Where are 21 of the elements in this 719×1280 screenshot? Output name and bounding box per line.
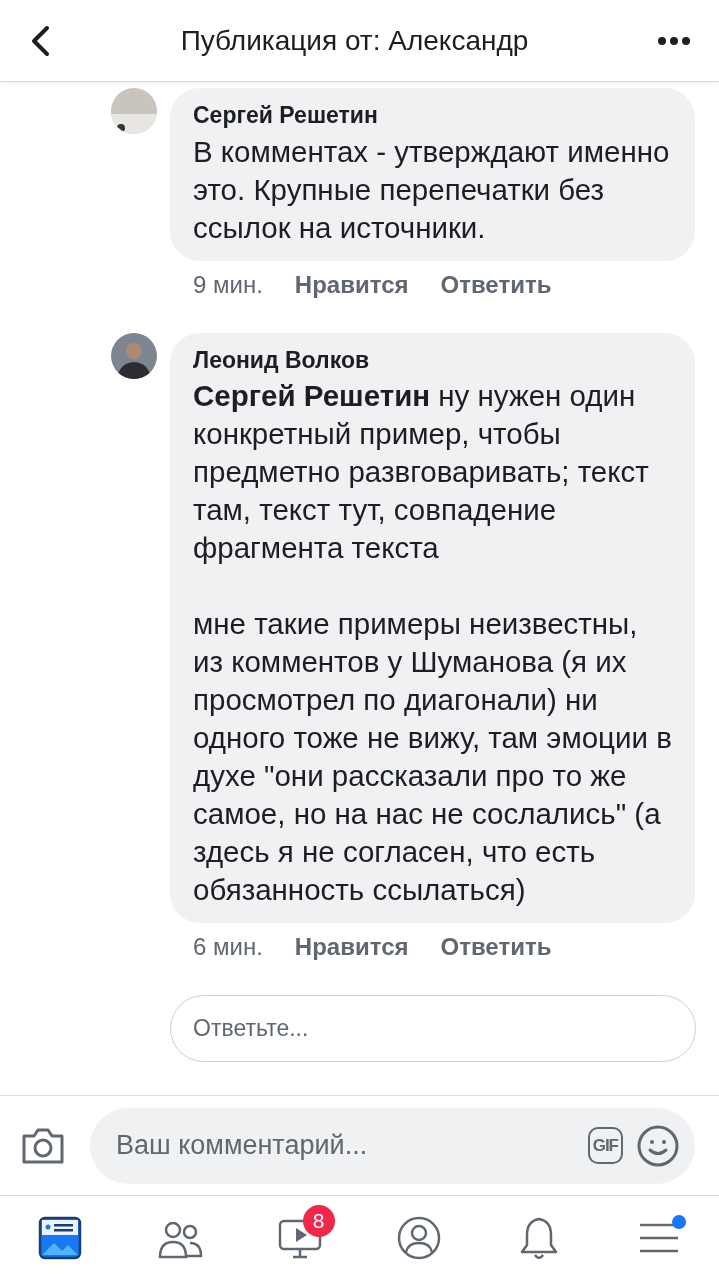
reply-button[interactable]: Ответить <box>440 929 552 965</box>
comment-text: мне такие примеры неизвестны, из комментов у Шуманова (я их просмотрел по диагонали) ни одного тоже не вижу, там эмоции в духе "они рассказали про то же самое, но на нас не сослались" (а здесь я не согласен, что есть обязанность ссылаться) <box>193 606 673 908</box>
like-button[interactable]: Нравится <box>294 929 409 965</box>
page-title: Публикация от: Александр <box>179 23 530 58</box>
gif-button[interactable]: GIF <box>587 1126 623 1165</box>
more-icon[interactable] <box>657 35 691 46</box>
comment-author[interactable]: Сергей Решетин <box>193 98 675 133</box>
like-button[interactable]: Нравится <box>294 266 409 303</box>
user-avatar[interactable] <box>111 332 157 379</box>
comment-time: 6 мин. <box>193 932 263 962</box>
reply-field[interactable]: Ответьте... <box>170 995 696 1062</box>
comment-text: В комментах - утверждают именно это. Крупные перепечатки без ссылок на источники. <box>193 133 671 246</box>
emoji-icon[interactable] <box>637 1124 679 1167</box>
comment-field[interactable]: Ваш комментарий... GIF <box>90 1107 695 1184</box>
news-feed-icon[interactable] <box>36 1215 83 1261</box>
comment-author[interactable]: Леонид Волков <box>193 342 675 377</box>
profile-icon[interactable] <box>396 1215 443 1261</box>
reply-button[interactable]: Ответить <box>440 266 552 303</box>
comment-time: 9 мин. <box>193 269 263 300</box>
comment-text: Сергей Решетин ну нужен один конкретный пример, чтобы предметно развговаривать; текст там, текст тут, совпадение фрагмента текста <box>193 378 650 566</box>
notification-badge: 8 <box>302 1205 335 1237</box>
